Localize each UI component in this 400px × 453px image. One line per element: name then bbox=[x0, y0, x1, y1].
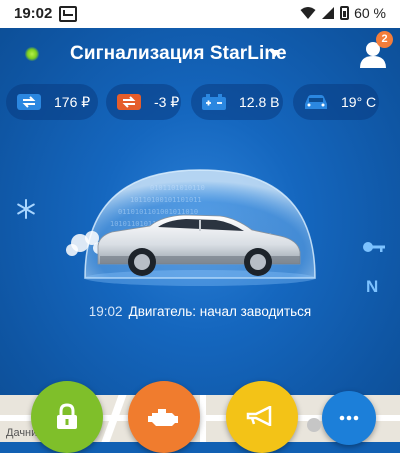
car-security-dome[interactable]: 0101101010110 10110100101101011 01101011… bbox=[0, 160, 400, 300]
svg-text:10110100101101011: 10110100101101011 bbox=[130, 196, 202, 204]
battery-icon bbox=[202, 94, 226, 110]
horn-button[interactable] bbox=[226, 381, 298, 453]
device-title[interactable]: Сигнализация StarLine bbox=[70, 43, 287, 65]
status-bar: 19:02 60 % bbox=[0, 0, 400, 28]
gmail-notification-icon bbox=[59, 6, 77, 22]
event-time: 19:02 bbox=[88, 304, 123, 319]
engine-start-button[interactable] bbox=[128, 381, 200, 453]
svg-text:0101101010110: 0101101010110 bbox=[150, 184, 205, 192]
balance-value-2: -3 ₽ bbox=[154, 93, 180, 110]
horn-icon bbox=[246, 406, 272, 426]
lock-button[interactable] bbox=[31, 381, 103, 453]
status-indicators: 60 % bbox=[300, 5, 386, 21]
battery-percent: 60 % bbox=[354, 5, 386, 21]
temperature-pill[interactable]: 19° С bbox=[293, 84, 379, 120]
map-road bbox=[200, 395, 206, 442]
cell-signal-icon bbox=[322, 7, 335, 19]
engine-icon bbox=[148, 409, 178, 426]
event-message: 19:02 Двигатель: начал заводиться bbox=[0, 304, 400, 319]
more-options-button[interactable] bbox=[322, 391, 376, 445]
battery-status-icon bbox=[340, 6, 350, 20]
lock-icon bbox=[57, 403, 77, 429]
more-icon bbox=[339, 415, 359, 421]
gear-indicator: N bbox=[366, 277, 379, 296]
map-marker-icon bbox=[307, 418, 321, 432]
balance-pill-2[interactable]: -3 ₽ bbox=[106, 84, 181, 120]
chevron-down-icon[interactable] bbox=[269, 50, 281, 57]
status-time: 19:02 bbox=[14, 5, 53, 22]
balance-pill-1[interactable]: 176 ₽ bbox=[6, 84, 98, 120]
connection-status-icon bbox=[25, 47, 39, 61]
balance-negative-icon bbox=[117, 94, 141, 110]
temperature-value: 19° С bbox=[341, 94, 377, 110]
event-text: Двигатель: начал заводиться bbox=[128, 304, 312, 319]
balance-icon bbox=[17, 94, 41, 110]
snowflake-icon bbox=[17, 199, 35, 219]
car-temperature-icon bbox=[305, 95, 327, 109]
balance-value-1: 176 ₽ bbox=[54, 93, 91, 110]
wifi-icon bbox=[300, 7, 316, 19]
battery-voltage: 12.8 В bbox=[239, 94, 280, 110]
key-icon bbox=[363, 242, 385, 252]
notification-badge: 2 bbox=[376, 31, 393, 48]
battery-pill[interactable]: 12.8 В bbox=[191, 84, 283, 120]
